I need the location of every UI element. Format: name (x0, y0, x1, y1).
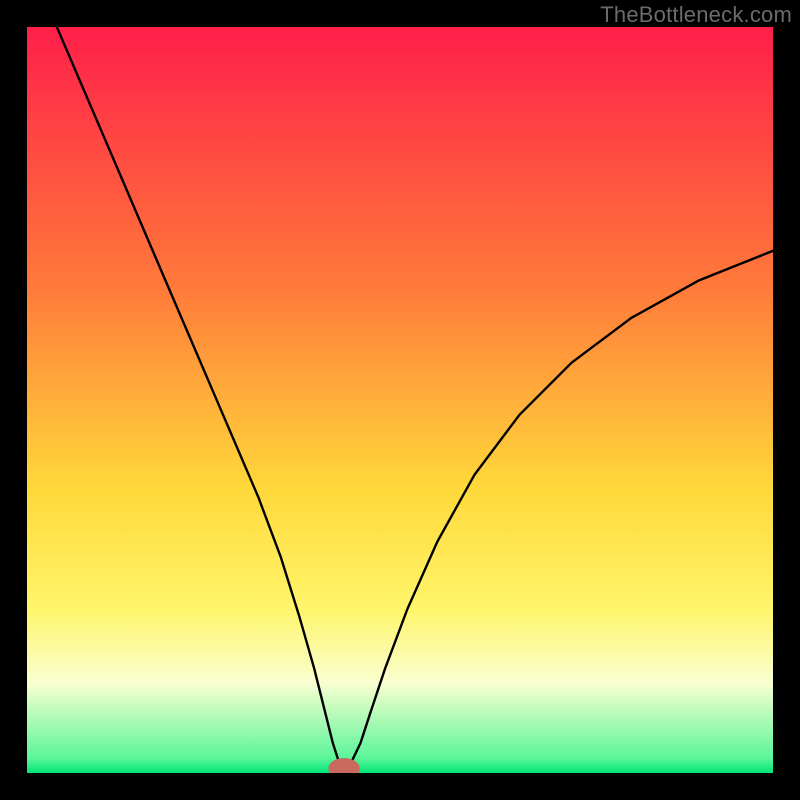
watermark-text: TheBottleneck.com (600, 2, 792, 28)
chart-background (27, 27, 773, 773)
chart-frame: TheBottleneck.com (0, 0, 800, 800)
chart-svg (27, 27, 773, 773)
optimum-marker (332, 762, 356, 773)
plot-area (27, 27, 773, 773)
